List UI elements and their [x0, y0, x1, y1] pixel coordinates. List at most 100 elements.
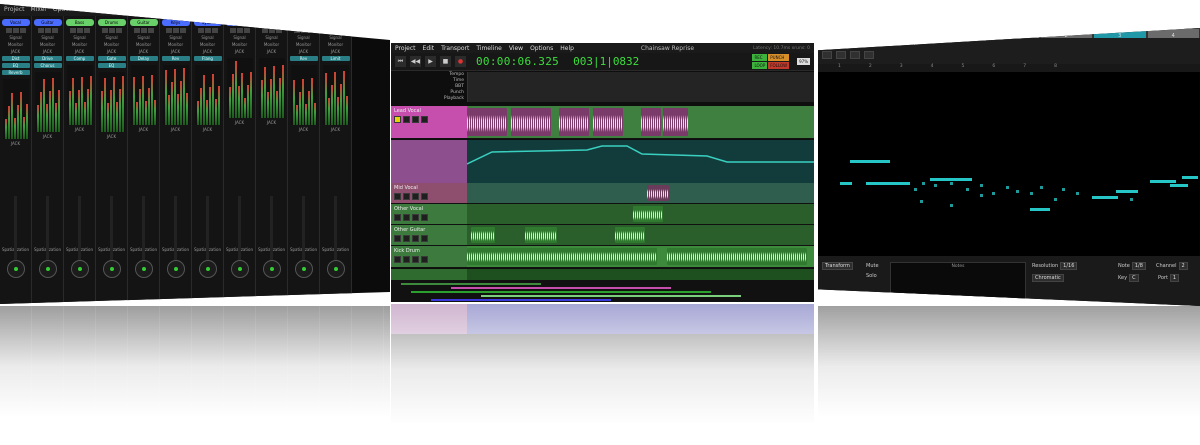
volume-fader[interactable] [302, 196, 305, 266]
mute-button[interactable] [37, 28, 44, 33]
playlist-icon[interactable] [421, 235, 428, 242]
plugin-slot[interactable]: EQ [1, 63, 30, 68]
strip-name[interactable]: Vocal [1, 19, 30, 26]
strip-name[interactable]: FX [257, 19, 286, 26]
menu-file[interactable]: File [820, 40, 830, 47]
midi-note[interactable] [1170, 184, 1188, 187]
plugin-slot[interactable]: Gate [97, 56, 126, 61]
port-select[interactable]: Port 1 [1158, 274, 1180, 282]
midi-note[interactable] [866, 182, 910, 185]
midi-note[interactable] [966, 188, 969, 191]
volume-fader[interactable] [142, 196, 145, 266]
plugin-slot[interactable]: Drive [33, 56, 62, 61]
menu-options[interactable]: Options [530, 45, 553, 52]
track-header[interactable]: Lead Vocal [391, 106, 467, 139]
plugin-slot[interactable]: Rev [161, 56, 190, 61]
volume-fader[interactable] [270, 196, 273, 266]
channel-select[interactable]: Channel 2 [1156, 262, 1188, 270]
pan-knob[interactable] [70, 260, 89, 278]
track-lane[interactable] [467, 225, 814, 246]
record-arm-button[interactable] [83, 28, 90, 33]
midi-note[interactable] [914, 188, 917, 191]
solo-button[interactable] [108, 28, 115, 33]
solo-button[interactable] [76, 28, 83, 33]
pan-knob[interactable] [6, 260, 25, 278]
track-header[interactable]: Kick Drum [391, 246, 467, 268]
plugin-slot[interactable]: Chorus [33, 63, 62, 68]
midi-note[interactable] [1150, 180, 1176, 183]
solo-button[interactable] [236, 28, 243, 33]
strip-name[interactable]: Keys [161, 19, 190, 26]
audio-region[interactable] [471, 227, 495, 243]
mute-button[interactable] [69, 28, 76, 33]
strip-name[interactable]: Guitar [129, 19, 158, 26]
pan-knob[interactable] [102, 260, 121, 278]
record-arm-button[interactable] [307, 28, 314, 33]
mute-button[interactable] [325, 28, 332, 33]
menu-view[interactable]: View [854, 40, 868, 47]
mute-button[interactable] [133, 28, 140, 33]
plugin-slot[interactable]: Comp [65, 56, 94, 61]
key-select[interactable]: Key C [1118, 274, 1139, 282]
solo-icon[interactable] [412, 193, 419, 200]
track-name[interactable]: Other Vocal [391, 204, 467, 214]
audio-region[interactable] [647, 185, 669, 201]
menu-project[interactable]: Project [395, 45, 416, 52]
audio-region[interactable] [615, 227, 645, 243]
solo-button[interactable] [204, 28, 211, 33]
record-arm-icon[interactable] [394, 116, 401, 123]
pan-knob[interactable] [198, 260, 217, 278]
midi-note[interactable] [980, 184, 983, 187]
midi-note[interactable] [922, 182, 925, 185]
select-tool-icon[interactable] [864, 51, 874, 59]
volume-fader[interactable] [14, 196, 17, 266]
solo-button[interactable] [268, 28, 275, 33]
rewind-icon[interactable]: ◀◀ [410, 56, 421, 67]
plugin-slot[interactable]: EQ [97, 63, 126, 68]
stop-icon[interactable]: ■ [440, 56, 451, 67]
mute-icon[interactable] [403, 193, 410, 200]
midi-note[interactable] [1040, 186, 1043, 189]
record-arm-icon[interactable] [394, 214, 401, 221]
solo-icon[interactable] [412, 214, 419, 221]
track-name[interactable]: Lead Vocal [391, 106, 467, 116]
mute-button[interactable] [197, 28, 204, 33]
record-arm-button[interactable] [339, 28, 346, 33]
volume-fader[interactable] [110, 196, 113, 266]
playlist-icon[interactable] [421, 193, 428, 200]
solo-button[interactable] [44, 28, 51, 33]
solo-button[interactable] [172, 28, 179, 33]
record-arm-button[interactable] [147, 28, 154, 33]
midi-note[interactable] [1030, 192, 1033, 195]
scale-select[interactable]: Chromatic [1032, 274, 1064, 282]
punch-toggle[interactable]: PUNCH [768, 54, 790, 61]
plugin-slot[interactable]: Delay [129, 56, 158, 61]
menu-help[interactable]: Help [82, 6, 96, 14]
midi-note[interactable] [1016, 190, 1019, 193]
record-arm-button[interactable] [275, 28, 282, 33]
mute-button[interactable] [5, 28, 12, 33]
plugin-slot[interactable]: Flang [193, 56, 222, 61]
midi-note[interactable] [920, 200, 923, 203]
audio-region[interactable] [467, 248, 657, 265]
solo-icon[interactable] [412, 116, 419, 123]
volume-fader[interactable] [334, 196, 337, 266]
strip-name[interactable]: Bass [65, 19, 94, 26]
midi-note[interactable] [1130, 198, 1133, 201]
audio-region[interactable] [593, 108, 623, 136]
audio-region[interactable] [641, 108, 661, 136]
volume-fader[interactable] [46, 196, 49, 266]
record-arm-icon[interactable] [394, 256, 401, 263]
pan-knob[interactable] [262, 260, 281, 278]
pan-knob[interactable] [230, 260, 249, 278]
solo-icon[interactable] [412, 235, 419, 242]
mute-icon[interactable] [403, 214, 410, 221]
automation-curve[interactable] [467, 140, 814, 183]
track-lane[interactable] [467, 204, 814, 225]
midi-note[interactable] [1006, 186, 1009, 189]
midi-note[interactable] [930, 178, 972, 181]
mute-icon[interactable] [403, 116, 410, 123]
strip-name[interactable]: Master [321, 19, 350, 26]
strip-name[interactable]: Drums [97, 19, 126, 26]
audio-region[interactable] [525, 227, 557, 243]
